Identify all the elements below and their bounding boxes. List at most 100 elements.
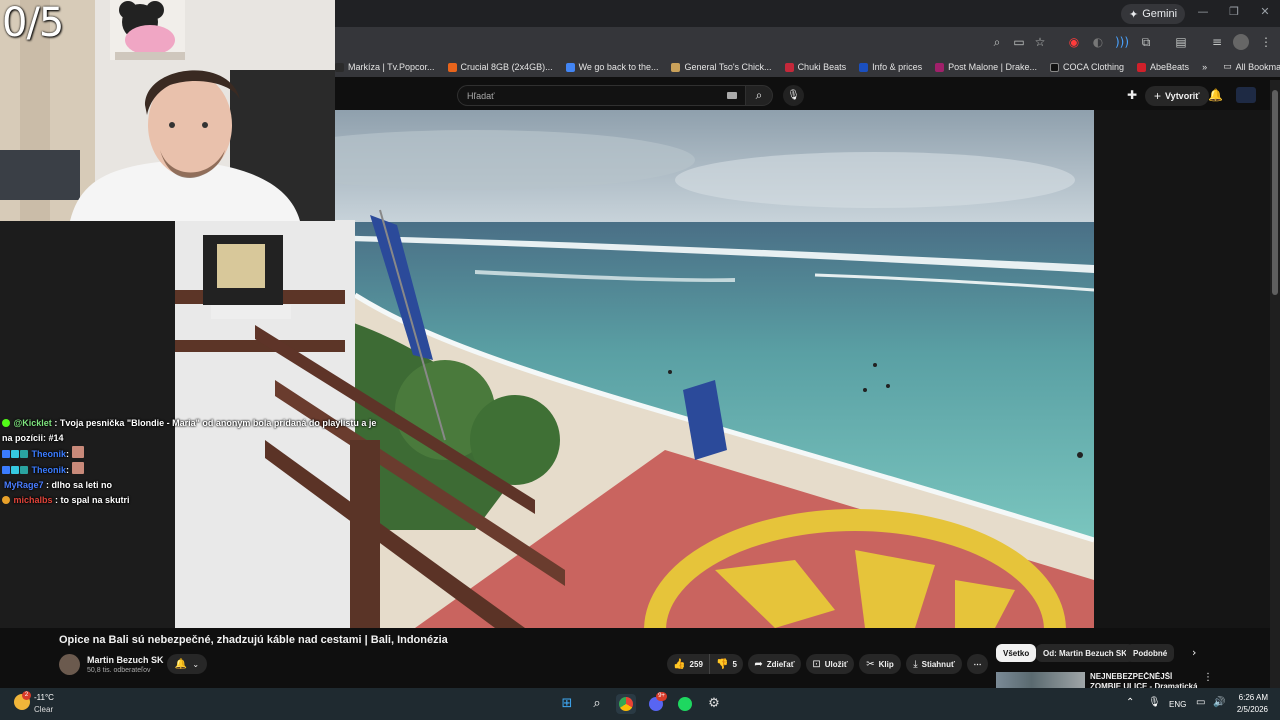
save-button[interactable]: ⊡ Uložiť (806, 654, 854, 674)
gemini-button[interactable]: ✦ Gemini (1121, 4, 1186, 24)
audio-extension-icon[interactable]: ))) (1114, 34, 1130, 50)
chip-related[interactable]: Podobné (1126, 644, 1175, 662)
bookmark-item[interactable]: AbeBeats (1137, 62, 1189, 72)
chip-from-channel[interactable]: Od: Martin Bezuch SK (1036, 644, 1135, 662)
bookmark-item[interactable]: General Tso's Chick... (671, 62, 772, 72)
weather-condition[interactable]: Clear (34, 705, 53, 714)
close-icon[interactable]: ✕ (1257, 5, 1273, 21)
taskbar (0, 688, 1280, 720)
opera-extension-icon[interactable]: ◉ (1066, 34, 1082, 50)
bookmark-favicon (671, 62, 681, 72)
sub-badge-icon (2, 450, 10, 458)
keyboard-icon[interactable] (727, 92, 737, 99)
channel-avatar-header[interactable] (1236, 87, 1256, 103)
restore-icon[interactable]: ❐ (1226, 5, 1242, 21)
recommended-thumbnail[interactable] (996, 672, 1085, 688)
clock-date[interactable]: 2/5/2026 (1232, 705, 1268, 714)
windows-start-icon[interactable]: ⊞ (557, 694, 577, 714)
clip-button[interactable]: ✂ Klip (859, 654, 901, 674)
spotify-icon[interactable] (675, 694, 695, 714)
folder-icon: ▭ (1223, 62, 1232, 72)
weather-temperature[interactable]: -11°C (34, 693, 54, 702)
bookmark-item[interactable]: Markíza | Tv.Popcor... (335, 62, 435, 72)
notifications-bell-icon[interactable]: 🔔 (1208, 88, 1223, 102)
save-bookmark-icon: ⊡ (812, 658, 821, 670)
tray-overflow-chevron-icon[interactable]: ⌃ (1126, 697, 1134, 708)
cast-icon[interactable]: ✚ (1127, 88, 1137, 102)
bookmark-star-icon[interactable]: ☆ (1032, 34, 1048, 50)
sub-badge-icon (2, 466, 10, 474)
bookmarks-overflow-label: » (1202, 62, 1208, 72)
microphone-tray-icon[interactable]: 🎙 (1148, 697, 1161, 708)
voice-search-button[interactable]: 🎙 (783, 85, 804, 106)
chat-text: : to spal na skutri (55, 495, 130, 505)
bookmark-item[interactable]: Chuki Beats (784, 62, 846, 72)
bookmark-label: AbeBeats (1150, 62, 1190, 72)
chevron-right-icon[interactable]: › (1192, 646, 1196, 659)
bookmark-favicon (784, 62, 794, 72)
clip-label: Klip (878, 659, 894, 669)
menu-kebab-icon[interactable]: ⋮ (1258, 34, 1274, 50)
more-actions-button[interactable]: ⋯ (967, 654, 988, 674)
subscription-bell-button[interactable]: 🔔 ⌄ (167, 654, 207, 674)
cast-icon[interactable]: ▭ (1011, 34, 1027, 50)
bookmarks-overflow-button[interactable]: » (1202, 62, 1207, 72)
profile-avatar[interactable] (1233, 34, 1249, 50)
bookmark-favicon (565, 62, 575, 72)
bookmark-label: Markíza | Tv.Popcor... (348, 62, 435, 72)
search-button[interactable]: ⌕ (745, 85, 773, 106)
steam-icon[interactable]: ⚙ (704, 694, 724, 714)
network-icon[interactable]: ▭ (1196, 697, 1205, 708)
bookmark-label: General Tso's Chick... (684, 62, 772, 72)
scrollbar-thumb[interactable] (1272, 90, 1278, 295)
reading-list-icon[interactable]: ▤ (1173, 34, 1189, 50)
media-control-icon[interactable]: ≡ (1209, 34, 1225, 50)
thumbs-down-icon: 👎 (716, 658, 729, 670)
plus-icon: + (1154, 89, 1162, 103)
channel-avatar[interactable] (59, 654, 80, 675)
clock-time[interactable]: 6:26 AM (1232, 693, 1268, 702)
extension-icon[interactable]: ◐ (1090, 34, 1106, 50)
chat-username: Theonik (31, 465, 67, 475)
bookmark-item[interactable]: COCA Clothing (1050, 62, 1124, 72)
all-bookmarks-label: All Bookmarks (1235, 62, 1280, 72)
bookmark-favicon (859, 62, 869, 72)
like-button[interactable]: 👍 259 (667, 654, 709, 674)
download-button[interactable]: ⤓ Stiahnuť (906, 654, 962, 674)
chat-username: @Kicklet (13, 418, 52, 428)
bookmark-item[interactable]: We go back to the... (565, 62, 658, 72)
minimize-icon[interactable]: — (1195, 5, 1211, 21)
recommended-menu-icon[interactable]: ⋮ (1203, 672, 1213, 683)
search-icon: ⌕ (755, 88, 763, 102)
channel-name[interactable]: Martin Bezuch SK (87, 655, 164, 665)
chat-username: michalbs (13, 495, 53, 505)
search-input[interactable]: Hľadať (457, 85, 745, 106)
bookmark-item[interactable]: Info & prices (859, 62, 922, 72)
recommended-title[interactable]: NEJNEBEZPEČNĚJŠÍ ZOMBIE ULICE - Dramatic… (1090, 672, 1200, 688)
extensions-puzzle-icon[interactable]: ⧉ (1138, 34, 1154, 50)
all-bookmarks-button[interactable]: ▭All Bookmarks (1223, 62, 1280, 72)
bookmark-item[interactable]: Post Malone | Drake... (935, 62, 1037, 72)
download-icon: ⤓ (913, 658, 918, 670)
gift-badge-icon (11, 450, 19, 458)
volume-icon[interactable]: 🔊 (1213, 697, 1225, 708)
weather-alert-badge: 2 (22, 691, 31, 700)
gift-badge-icon (11, 466, 19, 474)
bookmark-item[interactable]: Crucial 8GB (2x4GB)... (447, 62, 553, 72)
emote-icon (71, 462, 84, 474)
chip-all[interactable]: Všetko (996, 644, 1037, 662)
chrome-icon[interactable] (616, 694, 636, 714)
bookmark-label: Post Malone | Drake... (948, 62, 1037, 72)
discord-notification-badge: 9+ (656, 692, 667, 701)
search-icon[interactable]: ⌕ (587, 694, 607, 714)
dislike-button[interactable]: 👎 5 (709, 654, 743, 674)
bookmark-favicon (935, 62, 945, 72)
share-button[interactable]: ➦ Zdieľať (748, 654, 801, 674)
mod-badge-icon (20, 466, 28, 474)
zoom-icon[interactable]: ⌕ (989, 34, 1005, 50)
subscriber-count: 50,8 tis. odberateľov (87, 667, 151, 674)
language-indicator[interactable]: ENG (1169, 700, 1186, 709)
bell-icon: 🔔 (174, 658, 188, 670)
create-button[interactable]: + Vytvoriť (1145, 86, 1209, 106)
save-label: Uložiť (824, 659, 848, 669)
